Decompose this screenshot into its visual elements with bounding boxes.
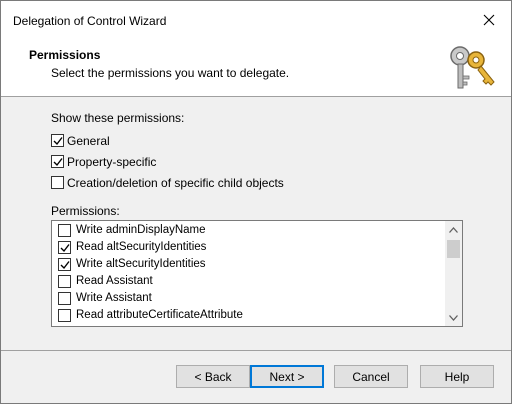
help-button[interactable]: Help xyxy=(420,365,494,388)
property-specific-label[interactable]: Property-specific xyxy=(67,155,156,169)
child-objects-label[interactable]: Creation/deletion of specific child obje… xyxy=(67,176,284,190)
page-subtitle: Select the permissions you want to deleg… xyxy=(51,66,290,80)
permission-checkbox[interactable] xyxy=(58,292,71,305)
list-item[interactable]: Write altSecurityIdentities xyxy=(52,256,446,273)
wizard-header: Permissions Select the permissions you w… xyxy=(1,39,511,97)
list-item[interactable]: Read Assistant xyxy=(52,273,446,290)
footer-divider xyxy=(1,350,511,351)
list-item[interactable]: Write Assistant xyxy=(52,290,446,307)
back-button[interactable]: < Back xyxy=(176,365,250,388)
permission-label: Write Assistant xyxy=(76,292,152,304)
next-button[interactable]: Next > xyxy=(250,365,324,388)
permissions-label: Permissions: xyxy=(51,204,120,218)
permission-label: Write adminDisplayName xyxy=(76,224,206,236)
permission-checkbox[interactable] xyxy=(58,309,71,322)
scroll-up-button[interactable] xyxy=(445,221,462,238)
list-item[interactable]: Write adminDisplayName xyxy=(52,222,446,239)
scroll-thumb[interactable] xyxy=(447,240,460,258)
permission-checkbox[interactable] xyxy=(58,224,71,237)
permission-label: Read Assistant xyxy=(76,275,153,287)
permission-label: Read altSecurityIdentities xyxy=(76,241,207,253)
list-scrollbar[interactable] xyxy=(445,221,462,326)
close-icon xyxy=(483,14,495,26)
child-objects-checkbox[interactable] xyxy=(51,176,64,189)
permission-label: Write altSecurityIdentities xyxy=(76,258,206,270)
permissions-list[interactable]: Write adminDisplayName Read altSecurityI… xyxy=(51,220,463,327)
general-checkbox[interactable] xyxy=(51,134,64,147)
show-permissions-label: Show these permissions: xyxy=(51,111,185,125)
permission-checkbox[interactable] xyxy=(58,241,71,254)
keys-icon xyxy=(450,46,495,89)
check-icon xyxy=(60,260,70,269)
permission-label: Read attributeCertificateAttribute xyxy=(76,309,243,321)
page-title: Permissions xyxy=(29,48,101,62)
check-icon xyxy=(53,157,63,166)
general-label[interactable]: General xyxy=(67,134,110,148)
permission-checkbox[interactable] xyxy=(58,258,71,271)
cancel-button[interactable]: Cancel xyxy=(334,365,408,388)
title-bar: Delegation of Control Wizard xyxy=(1,1,511,39)
window-title: Delegation of Control Wizard xyxy=(13,14,167,28)
permission-checkbox[interactable] xyxy=(58,275,71,288)
list-item[interactable]: Read altSecurityIdentities xyxy=(52,239,446,256)
check-icon xyxy=(53,136,63,145)
wizard-window: Delegation of Control Wizard Permissions… xyxy=(0,0,512,404)
property-specific-checkbox[interactable] xyxy=(51,155,64,168)
chevron-down-icon xyxy=(449,314,458,321)
list-item[interactable]: Read attributeCertificateAttribute xyxy=(52,307,446,324)
check-icon xyxy=(60,243,70,252)
close-button[interactable] xyxy=(467,1,511,39)
chevron-up-icon xyxy=(449,226,458,233)
scroll-down-button[interactable] xyxy=(445,309,462,326)
